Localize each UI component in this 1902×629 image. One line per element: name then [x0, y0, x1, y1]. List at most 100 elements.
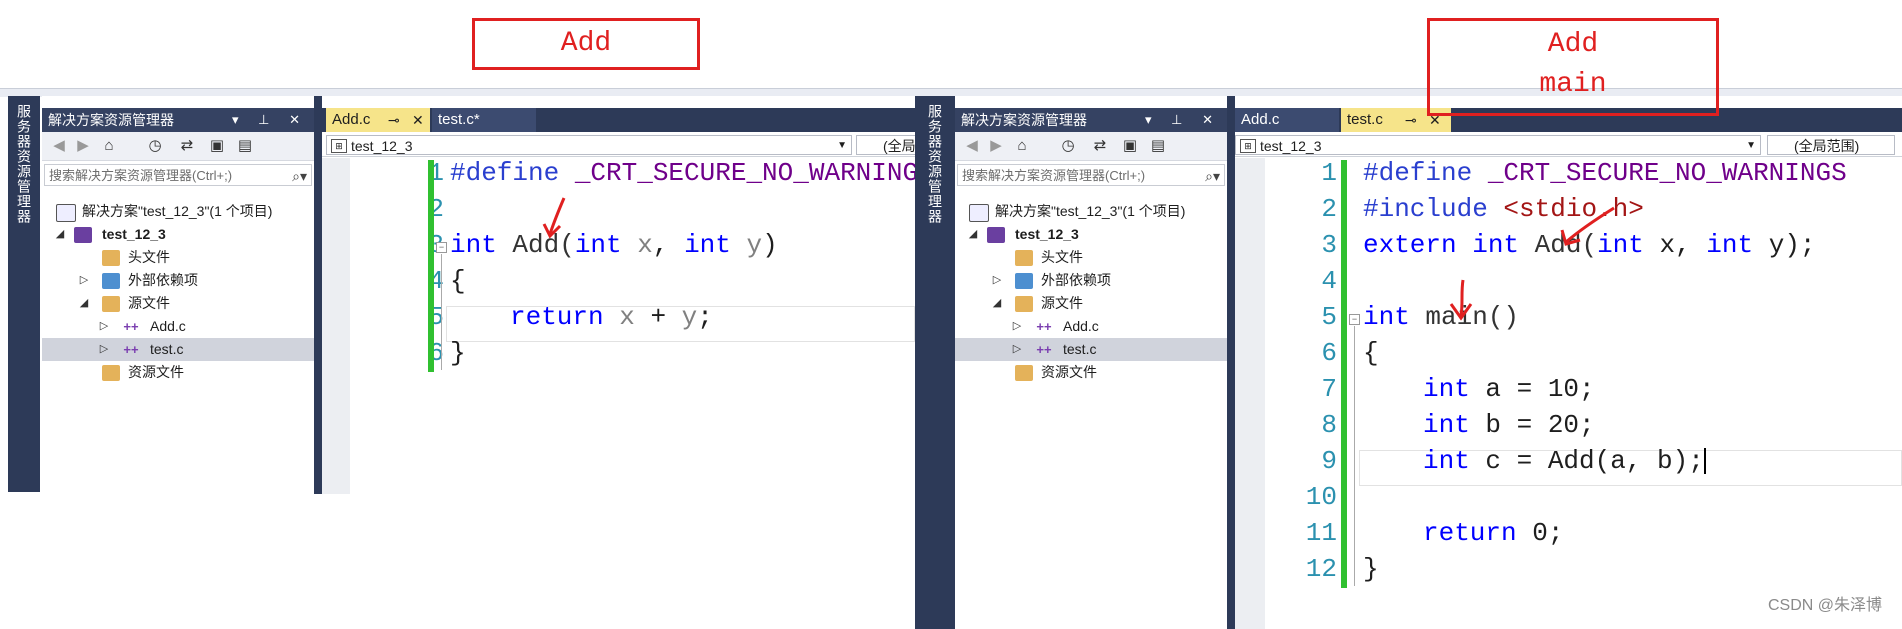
collapse-icon[interactable]: − — [436, 242, 447, 253]
expand-icon[interactable]: ▷ — [1011, 315, 1023, 338]
properties-icon[interactable]: ▤ — [236, 137, 254, 155]
pin-icon[interactable]: ⊸ — [388, 108, 400, 132]
token: int — [1706, 230, 1754, 260]
code-area[interactable]: 1 2 3 4 5 6 − #define _CRT_SECURE_NO_WAR… — [322, 158, 915, 494]
properties-icon[interactable]: ▤ — [1149, 137, 1167, 155]
scope-dropdown-value: (全局 — [883, 138, 915, 154]
tree-project[interactable]: ◢ test_12_3 — [42, 223, 314, 246]
code-line-1: #define _CRT_SECURE_NO_WARNINGS — [450, 158, 915, 188]
token: #define — [450, 158, 560, 188]
sync-icon[interactable]: ⇄ — [1091, 137, 1109, 155]
expand-icon[interactable]: ▷ — [98, 315, 110, 338]
forward-icon[interactable]: ▶ — [987, 137, 1005, 155]
scope-dropdown[interactable]: (全局 — [856, 135, 915, 155]
tab-label: test.c* — [438, 111, 480, 128]
tree-header-files[interactable]: 头文件 — [42, 246, 314, 269]
line-number: 1 — [1321, 158, 1337, 188]
window-controls[interactable]: ▾ ⊥ ✕ — [1145, 108, 1221, 132]
tree-source-files[interactable]: ◢ 源文件 — [42, 292, 314, 315]
home-icon[interactable]: ⌂ — [100, 137, 118, 155]
expand-icon[interactable]: ◢ — [967, 223, 979, 246]
expand-icon[interactable]: ◢ — [78, 292, 90, 315]
fold-guide — [1354, 326, 1355, 586]
back-icon[interactable]: ◀ — [50, 137, 68, 155]
tree-header-files[interactable]: 头文件 — [955, 246, 1227, 269]
right-panel: 服务器资源管理器 解决方案资源管理器 ▾ ⊥ ✕ ◀ ▶ ⌂ ◷ ⇄ ▣ ▤ 搜… — [915, 0, 1902, 629]
navigation-bar: ⊞ test_12_3 ▼ (全局 — [322, 134, 915, 157]
tab-add-c[interactable]: Add.c — [1235, 108, 1339, 132]
tree-external-deps[interactable]: ▷ 外部依赖项 — [42, 269, 314, 292]
search-icon[interactable]: ⌕▾ — [292, 165, 307, 187]
scope-dropdown[interactable]: (全局范围) — [1767, 135, 1895, 155]
tree-solution[interactable]: 解决方案"test_12_3"(1 个项目) — [955, 200, 1227, 223]
tree-solution[interactable]: 解决方案"test_12_3"(1 个项目) — [42, 200, 314, 223]
folder-icon — [1015, 296, 1033, 312]
forward-icon[interactable]: ▶ — [74, 137, 92, 155]
expand-icon[interactable]: ◢ — [991, 292, 1003, 315]
annotation-text: Add — [1547, 29, 1599, 60]
c-file-icon: ++ — [123, 319, 139, 334]
sync-icon[interactable]: ⇄ — [178, 137, 196, 155]
solution-explorer-search[interactable]: 搜索解决方案资源管理器(Ctrl+;) ⌕▾ — [957, 164, 1225, 186]
token: x — [603, 302, 635, 332]
tab-label: test.c — [1347, 111, 1383, 128]
folder-icon — [102, 365, 120, 381]
expand-icon[interactable]: ▷ — [78, 269, 90, 292]
code-editor: Add.c ⊸ ✕ test.c* ⊞ test_12_3 ▼ (全局 1 2 … — [322, 96, 915, 494]
tree-project[interactable]: ◢ test_12_3 — [955, 223, 1227, 246]
folder-icon — [102, 296, 120, 312]
solution-icon — [969, 204, 989, 222]
annotation-text: Add — [560, 28, 612, 59]
folder-icon — [102, 250, 120, 266]
annotation-text: main — [1539, 69, 1607, 100]
token: + — [634, 302, 682, 332]
project-dropdown[interactable]: ⊞ test_12_3 ▼ — [1235, 135, 1761, 155]
code-line-9: int c = Add(a, b); — [1423, 446, 1706, 476]
tree-label: 头文件 — [1041, 249, 1083, 265]
gutter — [1235, 158, 1265, 629]
tree-file-test-c[interactable]: ▷ ++ test.c — [42, 338, 314, 361]
search-icon[interactable]: ⌕▾ — [1205, 165, 1220, 187]
expand-icon[interactable]: ◢ — [54, 223, 66, 246]
code-line-7: int a = 10; — [1423, 374, 1595, 404]
server-explorer-sidebar[interactable]: 服务器资源管理器 — [915, 96, 955, 629]
project-dropdown[interactable]: ⊞ test_12_3 ▼ — [326, 135, 852, 155]
expand-icon[interactable]: ▷ — [98, 338, 110, 361]
splitter[interactable] — [314, 96, 322, 494]
annotation-arrow — [1449, 279, 1473, 321]
tree-file-add-c[interactable]: ▷ ++ Add.c — [955, 315, 1227, 338]
tree-file-test-c[interactable]: ▷ ++ test.c — [955, 338, 1227, 361]
solution-explorer-search[interactable]: 搜索解决方案资源管理器(Ctrl+;) ⌕▾ — [44, 164, 312, 186]
project-dropdown-value: test_12_3 — [351, 138, 413, 154]
window-controls[interactable]: ▾ ⊥ ✕ — [232, 108, 308, 132]
expand-icon[interactable]: ▷ — [1011, 338, 1023, 361]
tree-source-files[interactable]: ◢ 源文件 — [955, 292, 1227, 315]
home-icon[interactable]: ⌂ — [1013, 137, 1031, 155]
token: { — [450, 266, 466, 296]
collapse-icon[interactable]: − — [1349, 314, 1360, 325]
back-icon[interactable]: ◀ — [963, 137, 981, 155]
line-number: 2 — [428, 194, 444, 224]
line-number: 5 — [1321, 302, 1337, 332]
expand-icon[interactable]: ▷ — [991, 269, 1003, 292]
annotation-arrow — [542, 197, 566, 239]
line-number: 8 — [1321, 410, 1337, 440]
tab-add-c[interactable]: Add.c ⊸ ✕ — [326, 108, 430, 132]
close-icon[interactable]: ✕ — [412, 108, 424, 132]
history-icon[interactable]: ◷ — [146, 137, 164, 155]
splitter[interactable] — [1227, 96, 1235, 629]
tree-resource-files[interactable]: 资源文件 — [955, 361, 1227, 384]
pin-icon[interactable]: ⊸ — [1405, 108, 1417, 132]
tab-test-c[interactable]: test.c* — [432, 108, 536, 132]
history-icon[interactable]: ◷ — [1059, 137, 1077, 155]
line-number: 7 — [1321, 374, 1337, 404]
code-line-4: { — [450, 266, 466, 296]
server-explorer-sidebar[interactable]: 服务器资源管理器 — [8, 96, 40, 492]
token: #define — [1363, 158, 1473, 188]
tree-resource-files[interactable]: 资源文件 — [42, 361, 314, 384]
tree-file-add-c[interactable]: ▷ ++ Add.c — [42, 315, 314, 338]
collapse-icon[interactable]: ▣ — [208, 137, 226, 155]
collapse-icon[interactable]: ▣ — [1121, 137, 1139, 155]
tree-external-deps[interactable]: ▷ 外部依赖项 — [955, 269, 1227, 292]
folder-icon — [1015, 250, 1033, 266]
